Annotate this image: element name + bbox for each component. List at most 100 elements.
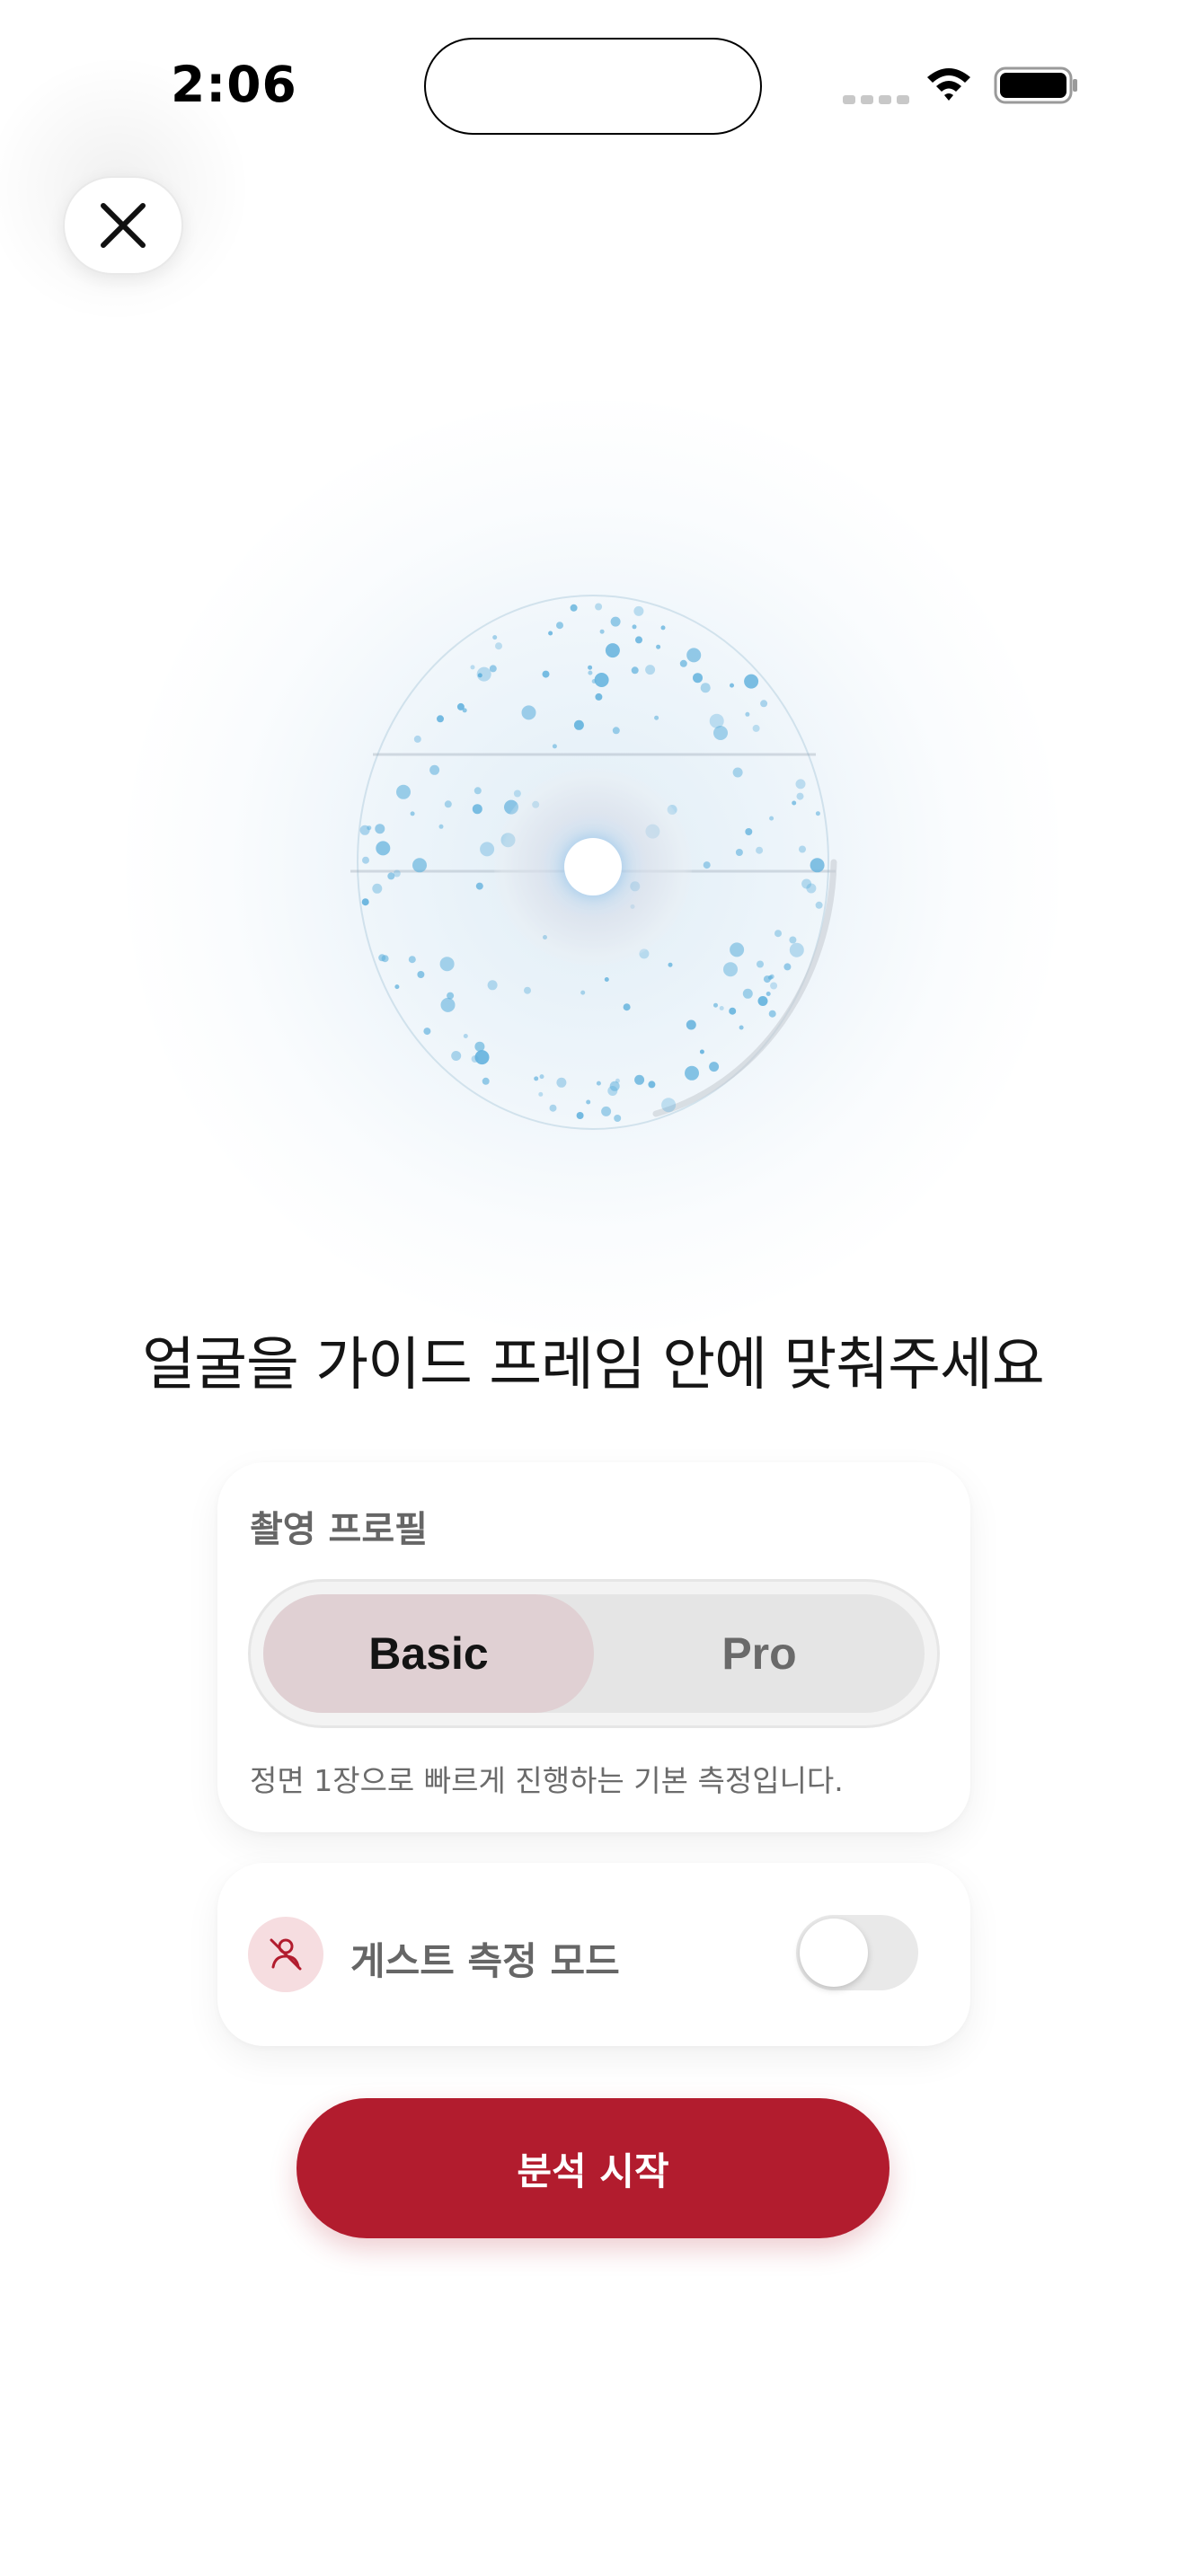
landmark-dot xyxy=(623,1003,631,1011)
landmark-dot xyxy=(656,644,661,649)
wifi-icon xyxy=(927,68,970,101)
close-icon xyxy=(101,203,146,248)
landmark-dot xyxy=(607,1086,618,1096)
landmark-dot xyxy=(745,828,753,835)
landmark-dot xyxy=(474,1041,485,1052)
landmark-dot xyxy=(730,683,734,688)
landmark-dot xyxy=(614,1115,622,1122)
landmark-dot xyxy=(645,665,656,675)
landmark-dot xyxy=(760,700,768,708)
landmark-dot xyxy=(489,665,497,673)
landmark-dot xyxy=(476,666,491,682)
landmark-dot xyxy=(732,767,743,778)
landmark-dot xyxy=(789,936,797,944)
landmark-dot xyxy=(723,962,738,977)
landmark-dot xyxy=(413,735,421,743)
landmark-dot xyxy=(735,849,743,856)
landmark-dot xyxy=(492,635,498,640)
landmark-dot xyxy=(783,963,792,971)
landmark-dot xyxy=(601,1106,612,1116)
guest-mode-toggle-knob xyxy=(800,1919,868,1987)
landmark-dot xyxy=(495,642,502,650)
landmark-dot xyxy=(769,816,774,821)
landmark-dot xyxy=(440,997,456,1012)
landmark-dot xyxy=(605,643,620,658)
landmark-dot xyxy=(745,711,750,717)
landmark-dot xyxy=(815,901,823,909)
landmark-dot xyxy=(634,1074,645,1085)
landmark-dot xyxy=(375,824,385,834)
landmark-dot xyxy=(482,1077,490,1085)
landmark-dot xyxy=(378,954,386,962)
start-analysis-button[interactable]: 분석 시작 xyxy=(296,2098,890,2238)
guest-mode-card: 게스트 측정 모드 xyxy=(217,1863,970,2046)
segment-basic[interactable]: Basic xyxy=(263,1594,594,1713)
landmark-dot xyxy=(757,960,764,968)
landmark-dot xyxy=(795,779,806,790)
landmark-dot xyxy=(739,1025,744,1030)
profile-description: 정면 1장으로 빠르게 진행하는 기본 측정입니다. xyxy=(250,1763,844,1798)
landmark-dot xyxy=(451,1051,462,1061)
landmark-dot xyxy=(588,670,593,675)
landmark-dot xyxy=(632,624,637,630)
segment-pro[interactable]: Pro xyxy=(594,1594,925,1713)
landmark-dot xyxy=(556,622,563,630)
close-button[interactable] xyxy=(63,176,183,275)
landmark-dot xyxy=(756,846,764,854)
landmark-dot xyxy=(472,804,482,815)
landmark-dot xyxy=(686,648,702,663)
landmark-dot xyxy=(796,792,804,800)
landmark-dot xyxy=(480,842,495,857)
landmark-dot xyxy=(768,1010,776,1018)
landmark-dot xyxy=(730,942,745,957)
landmark-dot xyxy=(410,811,415,816)
guest-mode-toggle[interactable] xyxy=(796,1915,918,1990)
landmark-dot xyxy=(757,996,768,1006)
landmark-dot xyxy=(463,1034,468,1038)
landmark-dot xyxy=(612,727,620,735)
landmark-dot xyxy=(513,790,521,798)
instruction-text: 얼굴을 가이드 프레임 안에 맞춰주세요 xyxy=(142,1332,1044,1398)
landmark-dot xyxy=(376,841,391,856)
landmark-dot xyxy=(548,631,553,636)
guest-mode-label: 게스트 측정 모드 xyxy=(350,1939,620,1983)
landmark-dot xyxy=(367,825,372,831)
landmark-dot xyxy=(470,665,475,670)
landmark-dot xyxy=(417,971,425,978)
landmark-dot xyxy=(595,603,603,611)
landmark-dot xyxy=(713,726,728,740)
landmark-dot xyxy=(774,930,782,938)
landmark-dot xyxy=(713,1002,718,1008)
landmark-dot xyxy=(654,715,659,720)
landmark-dot xyxy=(542,670,550,678)
landmark-dot xyxy=(789,942,804,957)
landmark-dot xyxy=(429,764,440,775)
landmark-dot xyxy=(595,693,603,701)
landmark-dot xyxy=(661,1098,677,1113)
landmark-dot xyxy=(394,984,400,990)
landmark-dot xyxy=(580,990,586,995)
landmark-dot xyxy=(576,1112,584,1119)
landmark-dot xyxy=(573,719,584,730)
landmark-dot xyxy=(534,1076,539,1081)
landmark-dot xyxy=(752,724,760,732)
landmark-dot xyxy=(729,1007,737,1015)
landmark-dot xyxy=(633,605,644,616)
landmark-dot xyxy=(539,1074,544,1080)
dynamic-island xyxy=(424,38,762,135)
landmark-dot xyxy=(438,824,444,829)
landmark-dot xyxy=(810,858,825,873)
landmark-dot xyxy=(742,988,753,999)
landmark-dot xyxy=(801,878,812,889)
landmark-dot xyxy=(588,665,593,670)
battery-icon xyxy=(994,66,1077,104)
landmark-dot xyxy=(596,1081,601,1086)
landmark-dot xyxy=(570,604,578,612)
landmark-dot xyxy=(549,1104,557,1112)
guest-person-off-icon xyxy=(248,1917,323,1992)
landmark-dot xyxy=(361,898,369,906)
landmark-dot xyxy=(700,683,711,693)
center-focus-dot xyxy=(564,838,622,895)
landmark-dot xyxy=(586,1099,591,1105)
landmark-dot xyxy=(423,1028,431,1036)
